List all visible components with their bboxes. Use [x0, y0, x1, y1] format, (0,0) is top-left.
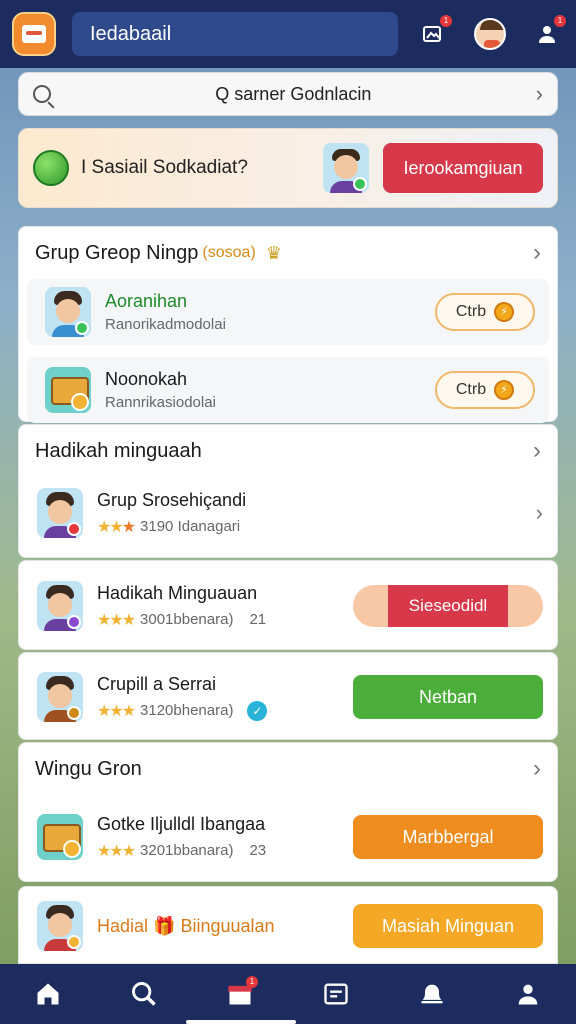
avatar: [37, 901, 83, 951]
item-subtitle: Ranorikadmodolai: [105, 316, 226, 333]
search-query: Q sarner Godnlacin: [215, 83, 372, 104]
wingu-card: Wingu Gron › Gotke Iljulldl Ibangaa ★★★ 3…: [18, 742, 558, 882]
list-item[interactable]: Aoranihan Ranorikadmodolai Ctrb ⚡: [27, 279, 549, 345]
wingu-card-title: Wingu Gron: [35, 757, 142, 780]
item-title-tail: Biinguualan: [180, 915, 275, 936]
search-icon[interactable]: [124, 974, 164, 1014]
group-card-title: Grup Greop Ningp: [35, 241, 199, 264]
action-button[interactable]: Netban: [353, 675, 543, 719]
contribute-button[interactable]: Ctrb ⚡: [435, 371, 535, 409]
weekly-card-title: Hadikah minguaah: [35, 439, 202, 462]
bell-icon[interactable]: [412, 974, 452, 1014]
home-icon[interactable]: [28, 974, 68, 1014]
avatar: [37, 672, 83, 722]
item-title: Gotke Iljulldl Ibangaa: [97, 813, 266, 834]
item-title: Crupill a Serrai: [97, 673, 217, 694]
reward-card: Crupill a Serrai ★★★ 3120bhenara) ✓ Netban: [18, 652, 558, 740]
search-bar[interactable]: Q sarner Godnlacin ›: [18, 72, 558, 116]
avatar: [37, 581, 83, 631]
claim-button-label: Sieseodidl: [388, 585, 508, 627]
gift-icon: 🎁: [153, 915, 176, 936]
group-card-note: (sosoa): [202, 244, 256, 261]
action-button[interactable]: Marbbergal: [353, 815, 543, 859]
list-item[interactable]: Gotke Iljulldl Ibangaa ★★★ 3201bbanara) 23…: [19, 795, 557, 879]
list-item[interactable]: Hadial 🎁 Biinguualan Masiah Minguan: [19, 887, 557, 965]
button-label: Ctrb: [455, 381, 487, 398]
claim-button[interactable]: Sieseodidl: [353, 585, 543, 627]
last-card: Hadial 🎁 Biinguualan Masiah Minguan: [18, 886, 558, 964]
avatar: [45, 287, 91, 337]
banner-button[interactable]: Ierookamgiuan: [383, 143, 543, 193]
item-extra: 23: [249, 842, 267, 859]
chevron-right-icon: ›: [533, 239, 541, 266]
top-icons: 1 1: [416, 15, 566, 51]
chevron-right-icon: ›: [533, 437, 541, 464]
user-badge: 1: [554, 15, 566, 27]
reward-card: Hadikah Minguauan ★★★ 3001bbenara) 21 Sies…: [18, 560, 558, 650]
weekly-card-header[interactable]: Hadikah minguaah ›: [19, 425, 557, 477]
list-item[interactable]: Grup Srosehiçandi ★★★ 3190 Idanagari ›: [19, 477, 557, 549]
list-item[interactable]: Crupill a Serrai ★★★ 3120bhenara) ✓ Netban: [19, 653, 557, 741]
coin-icon: ⚡: [494, 302, 515, 322]
promo-banner: I Sasiail Sodkadiat? Ierookamgiuan: [18, 128, 558, 208]
store-badge: 1: [246, 976, 258, 988]
coin-icon: ⚡: [494, 380, 515, 400]
item-title: Aoranihan: [105, 291, 188, 311]
list-icon[interactable]: [316, 974, 356, 1014]
item-title: Grup Srosehiçandi: [97, 489, 247, 510]
item-count: 3190 Idanagari: [140, 518, 241, 535]
item-count: 3001bbenara): [140, 611, 234, 628]
treasure-chest-icon: [37, 814, 83, 860]
treasure-chest-icon: [45, 367, 91, 413]
bottom-nav: 1: [0, 964, 576, 1024]
page-title[interactable]: Iedabaail: [72, 12, 398, 56]
item-subtitle: Rannrikasiodolai: [105, 394, 216, 411]
profile-icon[interactable]: [508, 974, 548, 1014]
chevron-right-icon: ›: [535, 81, 543, 106]
user-group-icon[interactable]: 1: [530, 15, 566, 51]
contribute-button[interactable]: Ctrb ⚡: [435, 293, 535, 331]
avatar: [37, 488, 83, 538]
top-bar: Iedabaail 1 1: [0, 0, 576, 68]
green-orb-icon: [33, 150, 69, 186]
star-rating-icon: ★★★: [97, 842, 136, 860]
profile-avatar-icon[interactable]: [474, 18, 506, 50]
banner-text: I Sasiail Sodkadiat?: [81, 157, 248, 178]
verified-check-icon: ✓: [247, 700, 268, 721]
home-indicator: [186, 1020, 296, 1024]
photo-edit-icon[interactable]: 1: [416, 15, 452, 51]
item-title: Noonokah: [105, 369, 188, 389]
chevron-right-icon: ›: [535, 500, 543, 525]
group-card-header[interactable]: Grup Greop Ningp (sosoa) ♛ ›: [19, 227, 557, 279]
star-rating-icon: ★★★: [97, 611, 136, 629]
item-count: 3120bhenara): [140, 702, 234, 719]
notification-badge: 1: [440, 15, 452, 27]
item-title: Hadial: [97, 915, 149, 936]
list-item[interactable]: Noonokah Rannrikasiodolai Ctrb ⚡: [27, 357, 549, 423]
trophy-icon: ♛: [265, 242, 282, 263]
store-icon[interactable]: 1: [220, 974, 260, 1014]
wingu-card-header[interactable]: Wingu Gron ›: [19, 743, 557, 795]
star-rating-icon: ★★★: [97, 518, 136, 536]
star-rating-icon: ★★★: [97, 702, 136, 720]
item-extra: 21: [249, 611, 267, 628]
group-card: Grup Greop Ningp (sosoa) ♛ › Aoranihan R…: [18, 226, 558, 423]
app-logo-icon[interactable]: [12, 12, 56, 56]
search-icon: [33, 85, 51, 103]
button-label: Ctrb: [455, 303, 487, 320]
avatar: [323, 143, 369, 193]
chevron-right-icon: ›: [533, 755, 541, 782]
item-count: 3201bbanara): [140, 842, 234, 859]
item-title: Hadikah Minguauan: [97, 582, 258, 603]
action-button[interactable]: Masiah Minguan: [353, 904, 543, 948]
weekly-card: Hadikah minguaah › Grup Srosehiçandi ★★★…: [18, 424, 558, 558]
list-item[interactable]: Hadikah Minguauan ★★★ 3001bbenara) 21 Sies…: [19, 561, 557, 651]
